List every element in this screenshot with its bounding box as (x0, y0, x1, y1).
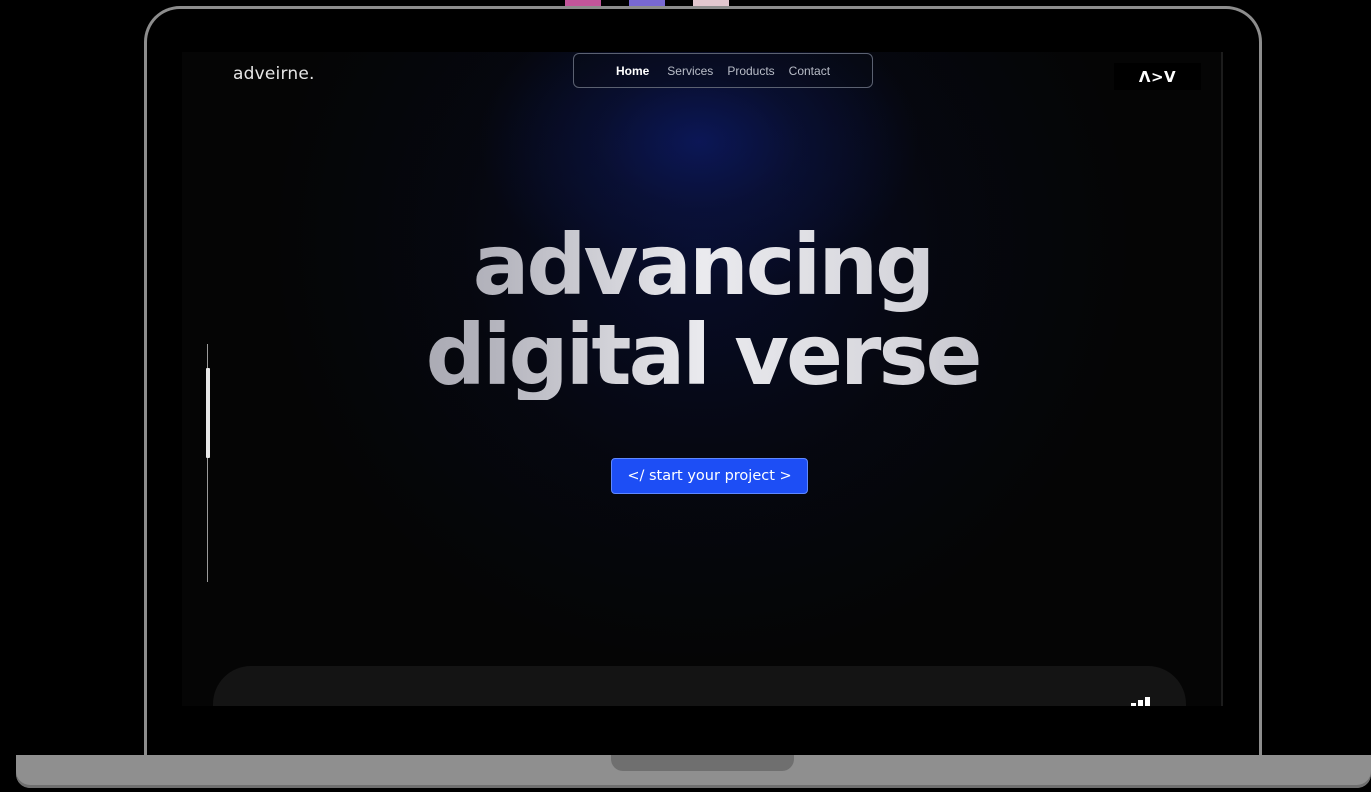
start-project-button[interactable]: </ start your project > (611, 458, 808, 494)
hero-headline: advancing digital verse (182, 220, 1223, 400)
laptop-notch (611, 755, 794, 771)
hero-line-1: advancing (472, 216, 933, 314)
laptop-screen: adveirne. Home Services Products Contact… (182, 52, 1223, 706)
main-nav: Home Services Products Contact (573, 53, 873, 88)
scroll-thumb[interactable] (206, 368, 210, 458)
bottom-card (213, 666, 1186, 706)
nav-item-home[interactable]: Home (614, 62, 651, 80)
logo-badge[interactable]: Λ>V (1114, 63, 1201, 90)
nav-item-contact[interactable]: Contact (787, 62, 832, 80)
nav-item-products[interactable]: Products (725, 62, 776, 80)
nav-item-services[interactable]: Services (665, 62, 715, 80)
hero-line-2: digital verse (425, 306, 980, 404)
bars-icon (1131, 697, 1150, 706)
brand-logo[interactable]: adveirne. (233, 64, 315, 84)
